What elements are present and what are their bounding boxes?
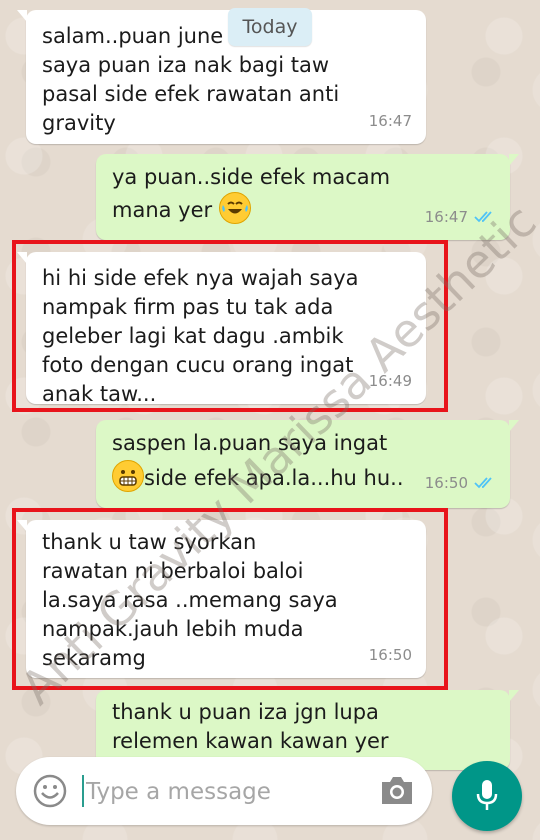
message-meta: 16:49 xyxy=(369,367,412,396)
message-composer xyxy=(16,757,432,825)
microphone-button[interactable] xyxy=(452,761,522,831)
grimacing-emoji-icon xyxy=(112,460,144,492)
message-meta: 16:47 xyxy=(369,107,412,136)
message-text: thank u taw syorkan rawatan ni berbaloi … xyxy=(42,530,338,670)
camera-icon[interactable] xyxy=(378,773,416,811)
date-chip: Today xyxy=(228,8,312,46)
message-time: 16:49 xyxy=(368,372,412,390)
message-time: 16:50 xyxy=(424,474,468,492)
message-meta: 16:50 xyxy=(369,641,412,670)
message-bubble-outgoing[interactable]: ya puan..side efek macam mana yer 16:47 xyxy=(96,154,519,240)
double-check-icon xyxy=(474,210,496,224)
double-check-icon xyxy=(474,476,496,490)
message-text: saspen la.puan saya ingat xyxy=(112,431,388,455)
message-time: 16:47 xyxy=(424,208,468,226)
message-text: thank u puan iza jgn lupa relemen kawan … xyxy=(112,700,389,753)
message-bubble-incoming[interactable]: hi hi side efek nya wajah saya nampak fi… xyxy=(17,252,426,406)
message-time: 16:50 xyxy=(368,646,412,664)
message-meta: 16:50 xyxy=(425,466,496,500)
laughing-tears-emoji-icon xyxy=(218,192,251,224)
message-time: 16:47 xyxy=(368,112,412,130)
microphone-icon xyxy=(475,778,499,818)
message-bubble-incoming[interactable]: salam..puan june saya puan iza nak bagi … xyxy=(17,10,426,144)
message-text: salam..puan june saya puan iza nak bagi … xyxy=(42,24,340,135)
message-text: side efek apa.la...hu hu.. xyxy=(144,466,404,490)
message-input[interactable] xyxy=(84,769,368,815)
message-bubble-incoming[interactable]: thank u taw syorkan rawatan ni berbaloi … xyxy=(17,520,426,678)
message-text: hi hi side efek nya wajah saya nampak fi… xyxy=(42,266,359,406)
message-meta: 16:47 xyxy=(425,202,496,232)
smiley-icon[interactable] xyxy=(32,773,68,813)
message-bubble-outgoing[interactable]: saspen la.puan saya ingat side efek apa.… xyxy=(96,420,519,508)
